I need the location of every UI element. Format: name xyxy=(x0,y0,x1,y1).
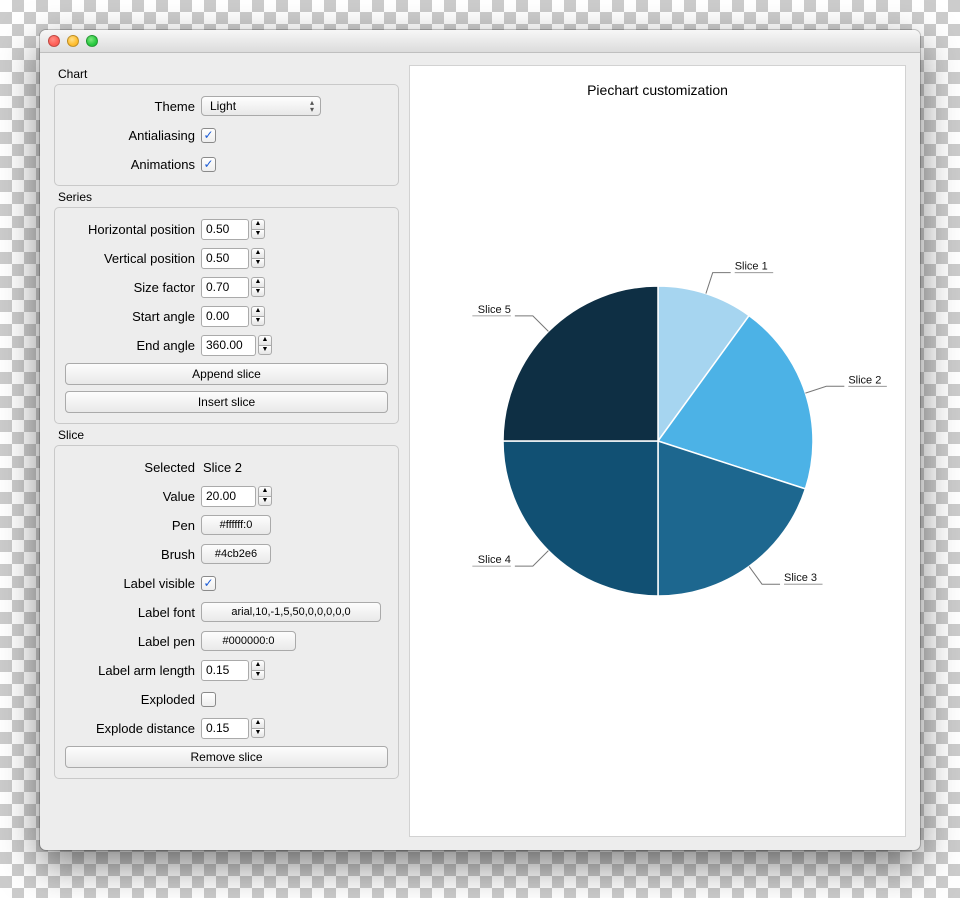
brush-label: Brush xyxy=(65,547,201,562)
leader-line xyxy=(749,566,780,584)
hpos-up[interactable]: ▲ xyxy=(251,219,265,229)
series-group-title: Series xyxy=(58,190,399,204)
zoom-icon[interactable] xyxy=(86,35,98,47)
vpos-label: Vertical position xyxy=(65,251,201,266)
size-stepper[interactable]: ▲▼ xyxy=(201,277,265,298)
start-down[interactable]: ▼ xyxy=(251,316,265,326)
slice-label: Slice 4 xyxy=(477,554,510,566)
antialiasing-label: Antialiasing xyxy=(65,128,201,143)
labelarm-label: Label arm length xyxy=(65,663,201,678)
exploded-label: Exploded xyxy=(65,692,201,707)
antialiasing-checkbox[interactable]: ✓ xyxy=(201,128,216,143)
theme-select[interactable]: Light ▴▾ xyxy=(201,96,321,116)
selected-label: Selected xyxy=(65,460,201,475)
labelarm-input[interactable] xyxy=(201,660,249,681)
start-label: Start angle xyxy=(65,309,201,324)
insert-slice-button[interactable]: Insert slice xyxy=(65,391,388,413)
explodedist-down[interactable]: ▼ xyxy=(251,728,265,738)
labelpen-button[interactable]: #000000:0 xyxy=(201,631,296,651)
remove-slice-button[interactable]: Remove slice xyxy=(65,746,388,768)
pie-chart: Slice 1 Slice 2 Slice 3 Slice 4 Slice 5 xyxy=(408,161,908,721)
vpos-up[interactable]: ▲ xyxy=(251,248,265,258)
titlebar xyxy=(40,30,920,53)
hpos-down[interactable]: ▼ xyxy=(251,229,265,239)
slice-group-title: Slice xyxy=(58,428,399,442)
start-stepper[interactable]: ▲▼ xyxy=(201,306,265,327)
leader-line xyxy=(705,273,730,294)
pen-label: Pen xyxy=(65,518,201,533)
labelpen-label: Label pen xyxy=(65,634,201,649)
labelarm-stepper[interactable]: ▲▼ xyxy=(201,660,265,681)
value-down[interactable]: ▼ xyxy=(258,496,272,506)
explodedist-up[interactable]: ▲ xyxy=(251,718,265,728)
slice-label: Slice 5 xyxy=(477,304,510,316)
labelfont-label: Label font xyxy=(65,605,201,620)
vpos-stepper[interactable]: ▲▼ xyxy=(201,248,265,269)
leader-line xyxy=(805,386,844,393)
size-input[interactable] xyxy=(201,277,249,298)
value-label: Value xyxy=(65,489,201,504)
brush-button[interactable]: #4cb2e6 xyxy=(201,544,271,564)
end-up[interactable]: ▲ xyxy=(258,335,272,345)
hpos-input[interactable] xyxy=(201,219,249,240)
size-up[interactable]: ▲ xyxy=(251,277,265,287)
vpos-input[interactable] xyxy=(201,248,249,269)
close-icon[interactable] xyxy=(48,35,60,47)
size-label: Size factor xyxy=(65,280,201,295)
controls-pane: Chart Theme Light ▴▾ Antialiasing ✓ xyxy=(54,65,399,837)
minimize-icon[interactable] xyxy=(67,35,79,47)
explodedist-label: Explode distance xyxy=(65,721,201,736)
start-input[interactable] xyxy=(201,306,249,327)
end-stepper[interactable]: ▲▼ xyxy=(201,335,272,356)
theme-label: Theme xyxy=(65,99,201,114)
end-down[interactable]: ▼ xyxy=(258,345,272,355)
labelarm-up[interactable]: ▲ xyxy=(251,660,265,670)
value-stepper[interactable]: ▲▼ xyxy=(201,486,272,507)
exploded-checkbox[interactable]: ✓ xyxy=(201,692,216,707)
content: Chart Theme Light ▴▾ Antialiasing ✓ xyxy=(40,53,920,850)
start-up[interactable]: ▲ xyxy=(251,306,265,316)
animations-label: Animations xyxy=(65,157,201,172)
explodedist-stepper[interactable]: ▲▼ xyxy=(201,718,265,739)
series-group: Series Horizontal position ▲▼ Vertical p… xyxy=(54,190,399,424)
theme-value: Light xyxy=(210,99,236,113)
explodedist-input[interactable] xyxy=(201,718,249,739)
hpos-stepper[interactable]: ▲▼ xyxy=(201,219,265,240)
slice-label: Slice 3 xyxy=(784,572,817,584)
end-input[interactable] xyxy=(201,335,256,356)
value-input[interactable] xyxy=(201,486,256,507)
leader-line xyxy=(514,316,548,332)
slice-label: Slice 2 xyxy=(848,374,881,386)
leader-line xyxy=(514,551,548,567)
slice-label: Slice 1 xyxy=(734,261,767,273)
labelvis-checkbox[interactable]: ✓ xyxy=(201,576,216,591)
selected-value: Slice 2 xyxy=(201,460,242,475)
vpos-down[interactable]: ▼ xyxy=(251,258,265,268)
labelfont-button[interactable]: arial,10,-1,5,50,0,0,0,0,0 xyxy=(201,602,381,622)
chart-canvas: Piechart customization Slice 1Slice 2Sli… xyxy=(409,65,906,837)
pie-slice[interactable] xyxy=(503,286,658,441)
app-window: Chart Theme Light ▴▾ Antialiasing ✓ xyxy=(40,30,920,850)
labelvis-label: Label visible xyxy=(65,576,201,591)
pie-slice[interactable] xyxy=(503,441,658,596)
size-down[interactable]: ▼ xyxy=(251,287,265,297)
chevron-updown-icon: ▴▾ xyxy=(310,99,314,113)
append-slice-button[interactable]: Append slice xyxy=(65,363,388,385)
labelarm-down[interactable]: ▼ xyxy=(251,670,265,680)
slice-group: Slice Selected Slice 2 Value ▲▼ P xyxy=(54,428,399,779)
pen-button[interactable]: #ffffff:0 xyxy=(201,515,271,535)
value-up[interactable]: ▲ xyxy=(258,486,272,496)
animations-checkbox[interactable]: ✓ xyxy=(201,157,216,172)
chart-group-title: Chart xyxy=(58,67,399,81)
chart-group: Chart Theme Light ▴▾ Antialiasing ✓ xyxy=(54,67,399,186)
chart-title: Piechart customization xyxy=(410,82,905,98)
hpos-label: Horizontal position xyxy=(65,222,201,237)
end-label: End angle xyxy=(65,338,201,353)
